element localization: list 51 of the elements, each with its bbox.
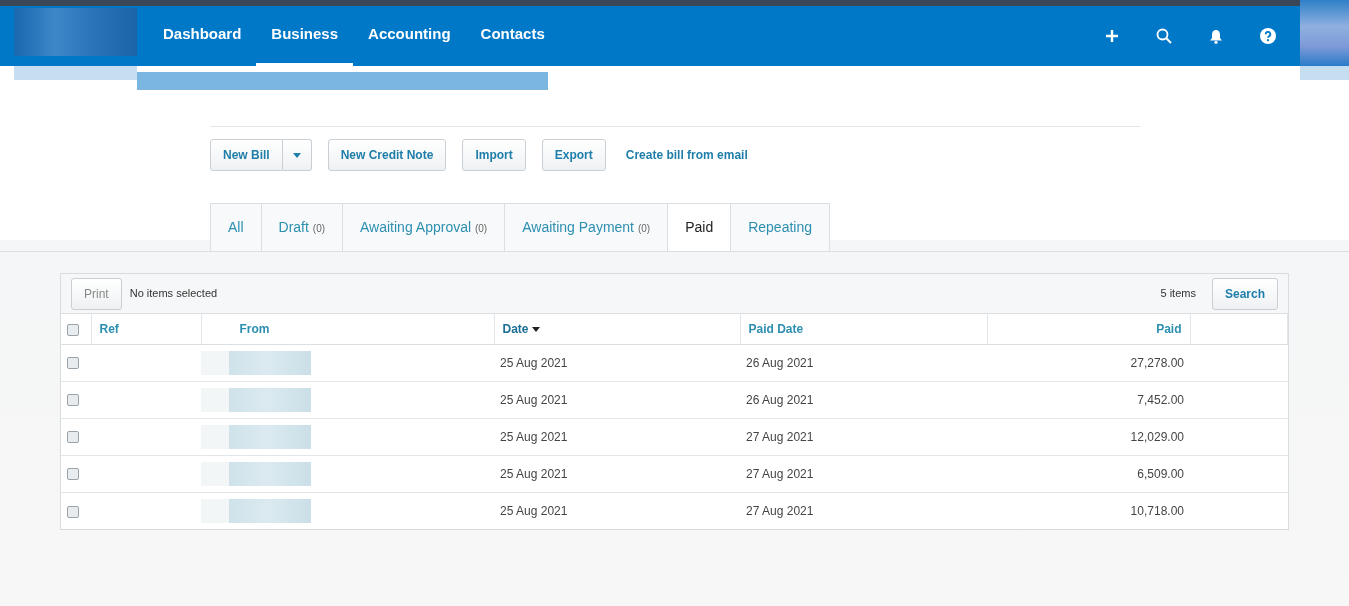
column-header[interactable]: Ref — [99, 321, 119, 336]
row-checkbox[interactable] — [67, 431, 79, 444]
search-icon[interactable] — [1156, 28, 1172, 44]
table-cell: 12,029.00 — [1130, 429, 1184, 444]
table-cell: 25 Aug 2021 — [500, 429, 568, 444]
column-header[interactable]: From — [239, 321, 270, 336]
table-cell: 26 Aug 2021 — [746, 392, 814, 407]
nav-link[interactable]: Business — [256, 6, 354, 66]
search-button[interactable]: Search — [1211, 277, 1278, 310]
table-cell: 27 Aug 2021 — [746, 429, 814, 444]
item-count: 5 items — [1160, 286, 1196, 302]
table-cell: 10,718.00 — [1130, 503, 1184, 518]
action-button[interactable]: Import — [462, 139, 526, 171]
table-cell: 27 Aug 2021 — [746, 503, 814, 518]
table-cell: 6,509.00 — [1137, 466, 1184, 481]
column-header[interactable]: Paid — [1156, 321, 1182, 336]
column-header[interactable]: Paid Date — [748, 321, 804, 336]
row-checkbox[interactable] — [67, 394, 79, 407]
new-bill-button[interactable]: New Bill — [210, 139, 283, 171]
row-checkbox[interactable] — [67, 357, 79, 370]
dropdown-toggle[interactable] — [282, 139, 312, 171]
row-checkbox[interactable] — [67, 468, 79, 481]
table-cell: 25 Aug 2021 — [500, 392, 568, 407]
tab[interactable]: Repeating — [730, 203, 830, 251]
blurred-avatar — [1300, 0, 1349, 66]
tab[interactable]: All — [210, 203, 262, 251]
nav-link[interactable]: Contacts — [465, 6, 560, 66]
row-checkbox[interactable] — [67, 505, 79, 518]
nav-link[interactable]: Accounting — [353, 6, 466, 66]
table-cell: 26 Aug 2021 — [746, 355, 814, 370]
create-bill-link[interactable]: Create bill from email — [625, 146, 748, 164]
table-cell: 27 Aug 2021 — [746, 466, 814, 481]
table-cell: 25 Aug 2021 — [500, 503, 568, 518]
tab[interactable]: Paid — [667, 203, 732, 251]
table-cell: 27,278.00 — [1130, 355, 1184, 370]
nav-link[interactable]: Dashboard — [148, 6, 257, 66]
column-header[interactable]: Date — [502, 321, 529, 336]
selection-status: No items selected — [129, 286, 218, 302]
help-icon[interactable] — [1260, 28, 1276, 44]
table-cell: 25 Aug 2021 — [500, 466, 568, 481]
select-all-checkbox[interactable] — [67, 323, 79, 336]
bell-icon[interactable] — [1209, 28, 1223, 44]
action-button[interactable]: New Credit Note — [327, 139, 447, 171]
action-button[interactable]: Export — [541, 139, 606, 171]
table-cell: 7,452.00 — [1137, 392, 1184, 407]
print-button[interactable]: Print — [71, 277, 122, 310]
add-icon[interactable] — [1105, 29, 1119, 43]
sort-down-icon — [531, 327, 540, 333]
blurred-area — [1300, 66, 1349, 80]
table-cell: 25 Aug 2021 — [500, 355, 568, 370]
caret-icon — [292, 152, 301, 158]
